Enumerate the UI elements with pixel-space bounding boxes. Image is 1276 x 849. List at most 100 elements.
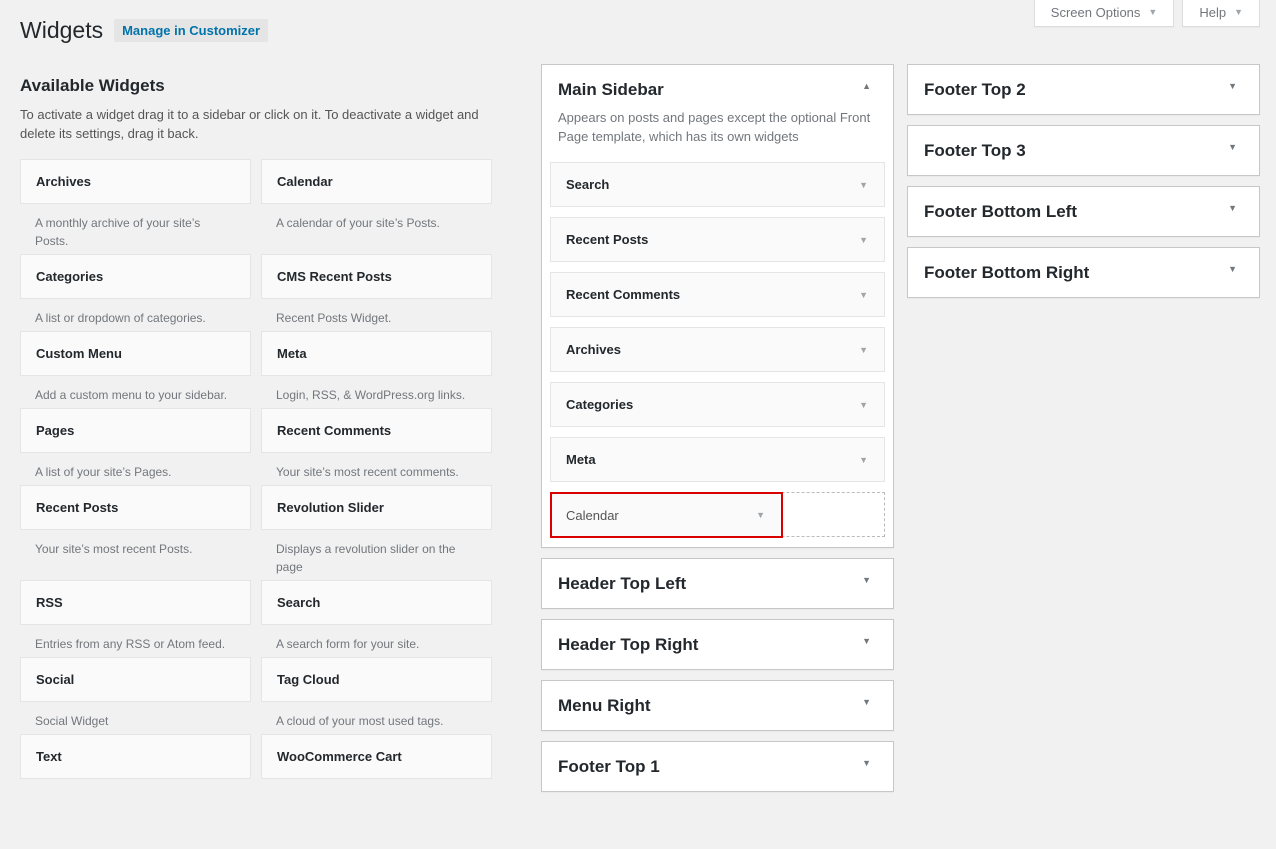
- widget-title: Meta: [566, 452, 596, 467]
- widget-description: A monthly archive of your site’s Posts.: [35, 216, 201, 248]
- sidebar-header[interactable]: Footer Bottom Left ▼: [908, 187, 1259, 236]
- sidebar-header-top-right: Header Top Right ▼: [541, 619, 894, 670]
- widget-title[interactable]: Meta: [261, 331, 492, 376]
- sidebar-header[interactable]: Footer Bottom Right ▼: [908, 248, 1259, 297]
- widget-cms-recent-posts: CMS Recent Posts Recent Posts Widget.: [261, 254, 492, 331]
- dragging-widget-calendar[interactable]: Calendar ▼: [550, 492, 783, 538]
- widget-title[interactable]: Custom Menu: [20, 331, 251, 376]
- help-button[interactable]: Help ▼: [1182, 0, 1260, 27]
- sidebar-footer-top-2: Footer Top 2 ▼: [907, 64, 1260, 115]
- widget-drop-placeholder: Calendar ▼: [550, 492, 885, 538]
- screen-options-button[interactable]: Screen Options ▼: [1033, 0, 1175, 27]
- available-widgets-description: To activate a widget drag it to a sideba…: [20, 107, 479, 141]
- manage-in-customizer-button[interactable]: Manage in Customizer: [114, 19, 269, 42]
- widget-title: Categories: [566, 397, 634, 412]
- sidebar-widget-archives[interactable]: Archives ▼: [550, 327, 885, 372]
- widget-social: Social Social Widget: [20, 657, 251, 734]
- widget-title[interactable]: Revolution Slider: [261, 485, 492, 530]
- widget-title[interactable]: Calendar: [261, 159, 492, 204]
- widget-description: A calendar of your site’s Posts.: [276, 216, 440, 230]
- widget-woocommerce-cart: WooCommerce Cart: [261, 734, 492, 793]
- caret-down-icon[interactable]: ▼: [1228, 203, 1237, 213]
- caret-down-icon[interactable]: ▼: [862, 758, 871, 768]
- widget-title[interactable]: Search: [261, 580, 492, 625]
- sidebar-header[interactable]: Footer Top 3 ▼: [908, 126, 1259, 175]
- widget-title: Archives: [566, 342, 621, 357]
- widget-meta: Meta Login, RSS, & WordPress.org links.: [261, 331, 492, 408]
- sidebar-header[interactable]: Footer Top 1 ▼: [542, 742, 893, 791]
- sidebar-widget-recent-posts[interactable]: Recent Posts ▼: [550, 217, 885, 262]
- caret-down-icon[interactable]: ▼: [1228, 142, 1237, 152]
- widget-title[interactable]: CMS Recent Posts: [261, 254, 492, 299]
- widget-text: Text: [20, 734, 251, 793]
- widget-title[interactable]: RSS: [20, 580, 251, 625]
- caret-down-icon[interactable]: ▼: [862, 697, 871, 707]
- sidebar-widget-search[interactable]: Search ▼: [550, 162, 885, 207]
- available-widgets: Available Widgets To activate a widget d…: [20, 76, 492, 793]
- widget-description: [261, 779, 492, 793]
- caret-down-icon[interactable]: ▼: [859, 455, 868, 465]
- widget-description: Login, RSS, & WordPress.org links.: [276, 388, 466, 402]
- sidebar-widget-list: Search ▼ Recent Posts ▼ Recent Comments …: [542, 162, 893, 547]
- caret-down-icon[interactable]: ▼: [1228, 264, 1237, 274]
- sidebar-header[interactable]: Header Top Left ▼: [542, 559, 893, 608]
- caret-down-icon[interactable]: ▼: [859, 290, 868, 300]
- widget-description: A cloud of your most used tags.: [276, 714, 444, 728]
- caret-down-icon[interactable]: ▼: [859, 345, 868, 355]
- widget-description: Social Widget: [35, 714, 109, 728]
- widget-title[interactable]: Categories: [20, 254, 251, 299]
- widget-pages: Pages A list of your site’s Pages.: [20, 408, 251, 485]
- caret-down-icon[interactable]: ▼: [862, 575, 871, 585]
- widget-title[interactable]: Recent Comments: [261, 408, 492, 453]
- widget-title[interactable]: Recent Posts: [20, 485, 251, 530]
- widget-description: A list of your site’s Pages.: [35, 465, 172, 479]
- widget-description: Add a custom menu to your sidebar.: [35, 388, 228, 402]
- widget-list: Archives A monthly archive of your site’…: [20, 159, 492, 793]
- page-title: Widgets: [20, 17, 104, 43]
- sidebar-widget-recent-comments[interactable]: Recent Comments ▼: [550, 272, 885, 317]
- widget-description: Displays a revolution slider on the page: [276, 542, 456, 574]
- sidebar-header[interactable]: Menu Right ▼: [542, 681, 893, 730]
- caret-down-icon[interactable]: ▼: [859, 180, 868, 190]
- sidebar-footer-top-1: Footer Top 1 ▼: [541, 741, 894, 792]
- widget-description: A search form for your site.: [276, 637, 420, 651]
- widget-description: Your site’s most recent Posts.: [35, 542, 193, 556]
- widget-title[interactable]: Pages: [20, 408, 251, 453]
- widgets-page: Screen Options ▼ Help ▼ Widgets Manage i…: [0, 0, 1276, 849]
- widget-title: Recent Posts: [566, 232, 649, 247]
- widget-title[interactable]: Archives: [20, 159, 251, 204]
- caret-down-icon[interactable]: ▼: [859, 235, 868, 245]
- widget-title: Recent Comments: [566, 287, 681, 302]
- widget-title[interactable]: Social: [20, 657, 251, 702]
- sidebars-column-middle: Main Sidebar ▲ Appears on posts and page…: [541, 64, 894, 802]
- widget-description: A list or dropdown of categories.: [35, 311, 206, 325]
- caret-down-icon[interactable]: ▼: [862, 636, 871, 646]
- sidebar-widget-meta[interactable]: Meta ▼: [550, 437, 885, 482]
- sidebar-title: Footer Bottom Right: [924, 262, 1090, 282]
- widget-revolution-slider: Revolution Slider Displays a revolution …: [261, 485, 492, 580]
- sidebar-header[interactable]: Main Sidebar ▲: [542, 65, 893, 114]
- widget-description: [20, 779, 251, 793]
- widget-search: Search A search form for your site.: [261, 580, 492, 657]
- sidebar-description: Appears on posts and pages except the op…: [558, 110, 871, 144]
- widget-title: Search: [566, 177, 610, 192]
- caret-down-icon: ▼: [756, 510, 765, 520]
- caret-down-icon: ▼: [1148, 7, 1158, 17]
- widget-title[interactable]: Tag Cloud: [261, 657, 492, 702]
- widget-recent-posts: Recent Posts Your site’s most recent Pos…: [20, 485, 251, 580]
- sidebar-header[interactable]: Footer Top 2 ▼: [908, 65, 1259, 114]
- sidebar-main: Main Sidebar ▲ Appears on posts and page…: [541, 64, 894, 548]
- widget-title[interactable]: Text: [20, 734, 251, 779]
- screen-meta: Screen Options ▼ Help ▼: [1033, 0, 1260, 27]
- sidebar-footer-bottom-left: Footer Bottom Left ▼: [907, 186, 1260, 237]
- caret-down-icon[interactable]: ▼: [859, 400, 868, 410]
- widget-recent-comments: Recent Comments Your site’s most recent …: [261, 408, 492, 485]
- sidebar-header[interactable]: Header Top Right ▼: [542, 620, 893, 669]
- widget-title[interactable]: WooCommerce Cart: [261, 734, 492, 779]
- widget-custom-menu: Custom Menu Add a custom menu to your si…: [20, 331, 251, 408]
- sidebar-widget-categories[interactable]: Categories ▼: [550, 382, 885, 427]
- sidebar-title: Footer Top 1: [558, 756, 660, 776]
- widget-description: Recent Posts Widget.: [276, 311, 392, 325]
- caret-up-icon[interactable]: ▲: [862, 81, 871, 91]
- caret-down-icon[interactable]: ▼: [1228, 81, 1237, 91]
